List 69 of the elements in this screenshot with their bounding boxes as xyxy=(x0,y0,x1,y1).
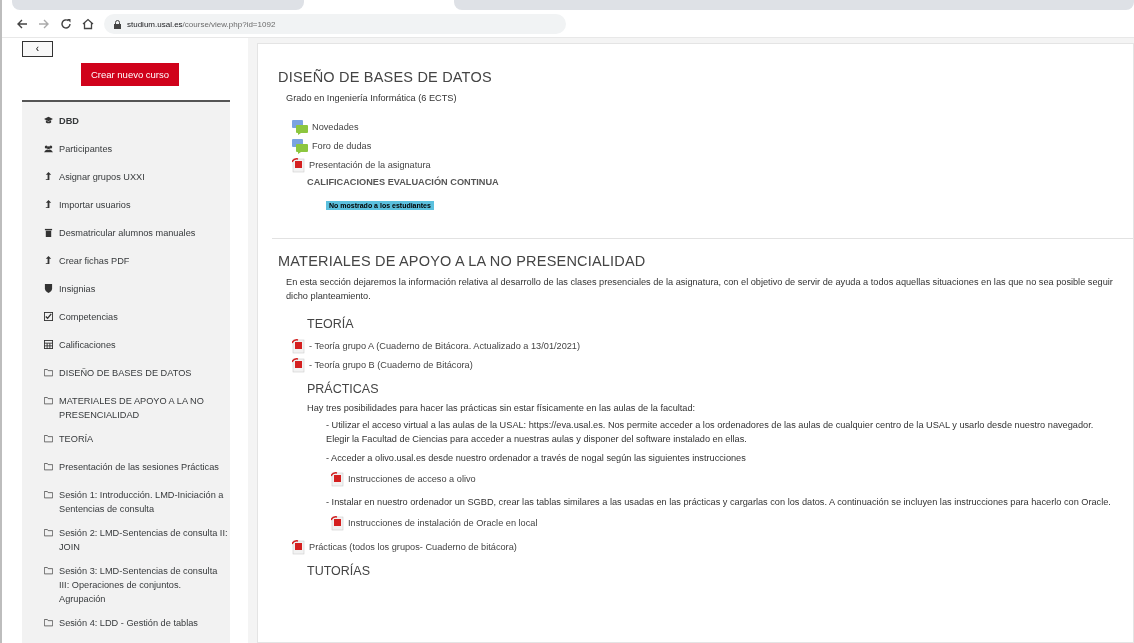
upload-icon xyxy=(44,200,53,209)
section-summary: En esta sección dejaremos la información relativa al desarrollo de las clases presenciales de la asignatura, con el objetivo de servir de ayuda a todos aquellas situaciones en las que no sea posible seguir dicho planteamiento. xyxy=(286,276,1114,303)
graduation-cap-icon xyxy=(44,116,53,125)
pdf-icon xyxy=(292,357,305,373)
paragraph: Hay tres posibilidades para hacer las prácticas sin estar físicamente en las aulas de la facultad: xyxy=(307,403,697,413)
subheading: PRÁCTICAS xyxy=(307,382,380,396)
upload-icon xyxy=(44,172,53,181)
section-title: MATERIALES DE APOYO A LA NO PRESENCIALIDAD xyxy=(278,253,647,269)
label-text: CALIFICACIONES EVALUACIÓN CONTINUA xyxy=(307,177,500,187)
pdf-link[interactable]: - Teoría grupo B (Cuaderno de Bitácora) xyxy=(292,357,1133,373)
sidebar-item[interactable]: MATERIALES DE APOYO A LA NO PRESENCIALIDAD xyxy=(44,389,228,427)
sidebar-item[interactable]: Crear fichas PDF xyxy=(44,249,228,277)
shield-icon xyxy=(44,284,53,293)
folder-icon xyxy=(44,618,53,627)
forum-icon xyxy=(292,138,308,154)
sidebar-item[interactable]: Calificaciones xyxy=(44,333,228,361)
sidebar-item[interactable]: Sesión 2: LMD-Sentencias de consulta II: JOIN xyxy=(44,521,228,559)
checkbox-icon xyxy=(44,312,53,321)
subheading: TEORÍA xyxy=(307,317,355,331)
sidebar-item[interactable]: Sesión 1: Introducción. LMD-Iniciación a Sentencias de consulta xyxy=(44,483,228,521)
pdf-icon xyxy=(292,539,305,555)
pdf-link[interactable]: Instrucciones de instalación de Oracle en local xyxy=(331,515,1133,531)
sidebar-item[interactable]: Competencias xyxy=(44,305,228,333)
pdf-icon xyxy=(331,515,344,531)
sidebar-item[interactable]: Importar usuarios xyxy=(44,193,228,221)
forum-link[interactable]: Novedades xyxy=(292,119,1133,135)
address-bar[interactable]: studium.usal.es/course/view.php?id=1092 xyxy=(104,14,566,34)
pdf-link[interactable]: Presentación de la asignatura xyxy=(292,157,1133,173)
reload-icon[interactable] xyxy=(60,18,72,30)
sidebar-item[interactable]: Presentación de las sesiones Prácticas xyxy=(44,455,228,483)
sidebar-item[interactable]: DBD xyxy=(44,109,228,137)
pdf-icon xyxy=(292,157,305,173)
forum-link[interactable]: Foro de dudas xyxy=(292,138,1133,154)
section-title: DISEÑO DE BASES DE DATOS xyxy=(278,69,493,85)
folder-icon xyxy=(44,528,53,537)
paragraph: - Instalar en nuestro ordenador un SGBD, crear las tablas similares a las usadas en las prácticas y cargarlas con los datos. A continuación se incluyen las instrucciones para hacerlo con Oracle. xyxy=(326,496,1112,509)
upload-icon xyxy=(44,256,53,265)
pdf-icon xyxy=(331,471,344,487)
back-icon[interactable] xyxy=(16,18,28,30)
forum-icon xyxy=(292,119,308,135)
pdf-link[interactable]: - Teoría grupo A (Cuaderno de Bitácora. Actualizado a 13/01/2021) xyxy=(292,338,1133,354)
pdf-link[interactable]: Prácticas (todos los grupos- Cuaderno de bitácora) xyxy=(292,539,1133,555)
create-course-button[interactable]: Crear nuevo curso xyxy=(80,63,180,86)
sidebar-item[interactable]: Participantes xyxy=(44,137,228,165)
sidebar-item[interactable]: TEORÍA xyxy=(44,427,228,455)
trash-icon xyxy=(44,228,53,237)
folder-icon xyxy=(44,434,53,443)
folder-icon xyxy=(44,462,53,471)
sidebar-item[interactable]: Sesión 4: LDD - Gestión de tablas xyxy=(44,611,228,639)
lock-icon xyxy=(114,19,121,29)
sidebar-item[interactable]: Desmatricular alumnos manuales xyxy=(44,221,228,249)
section-summary: Grado en Ingeniería Informática (6 ECTS) xyxy=(286,92,458,105)
folder-icon xyxy=(44,368,53,377)
folder-icon xyxy=(44,566,53,575)
sidebar-item[interactable]: Sesión 3: LMD-Sentencias de consulta III: Operaciones de conjuntos. Agrupación xyxy=(44,559,228,611)
paragraph: - Acceder a olivo.usal.es desde nuestro ordenador a través de nogal según las siguientes instrucciones xyxy=(326,452,747,465)
paragraph: - Utilizar el acceso virtual a las aulas de la USAL: https://eva.usal.es. Nos permite acceder a los ordenadores de las aulas de cualquier centro de la USAL y usarlo desde nuestro navegador. Elegir la Facultad de Ciencias para acceder a nuestras aulas y disponer del software instalado en ellas. xyxy=(326,419,1095,446)
table-icon xyxy=(44,340,53,349)
sidebar-item[interactable]: Asignar grupos UXXI xyxy=(44,165,228,193)
sidebar-item[interactable]: Insignias xyxy=(44,277,228,305)
subheading: TUTORÍAS xyxy=(307,564,371,578)
pdf-icon xyxy=(292,338,305,354)
drawer-toggle-button[interactable]: ‹ xyxy=(22,41,53,57)
users-icon xyxy=(44,144,53,153)
folder-icon xyxy=(44,396,53,405)
pdf-link[interactable]: Instrucciones de acceso a olivo xyxy=(331,471,1133,487)
folder-icon xyxy=(44,490,53,499)
sidebar-item[interactable]: DISEÑO DE BASES DE DATOS xyxy=(44,361,228,389)
home-icon[interactable] xyxy=(82,18,94,30)
